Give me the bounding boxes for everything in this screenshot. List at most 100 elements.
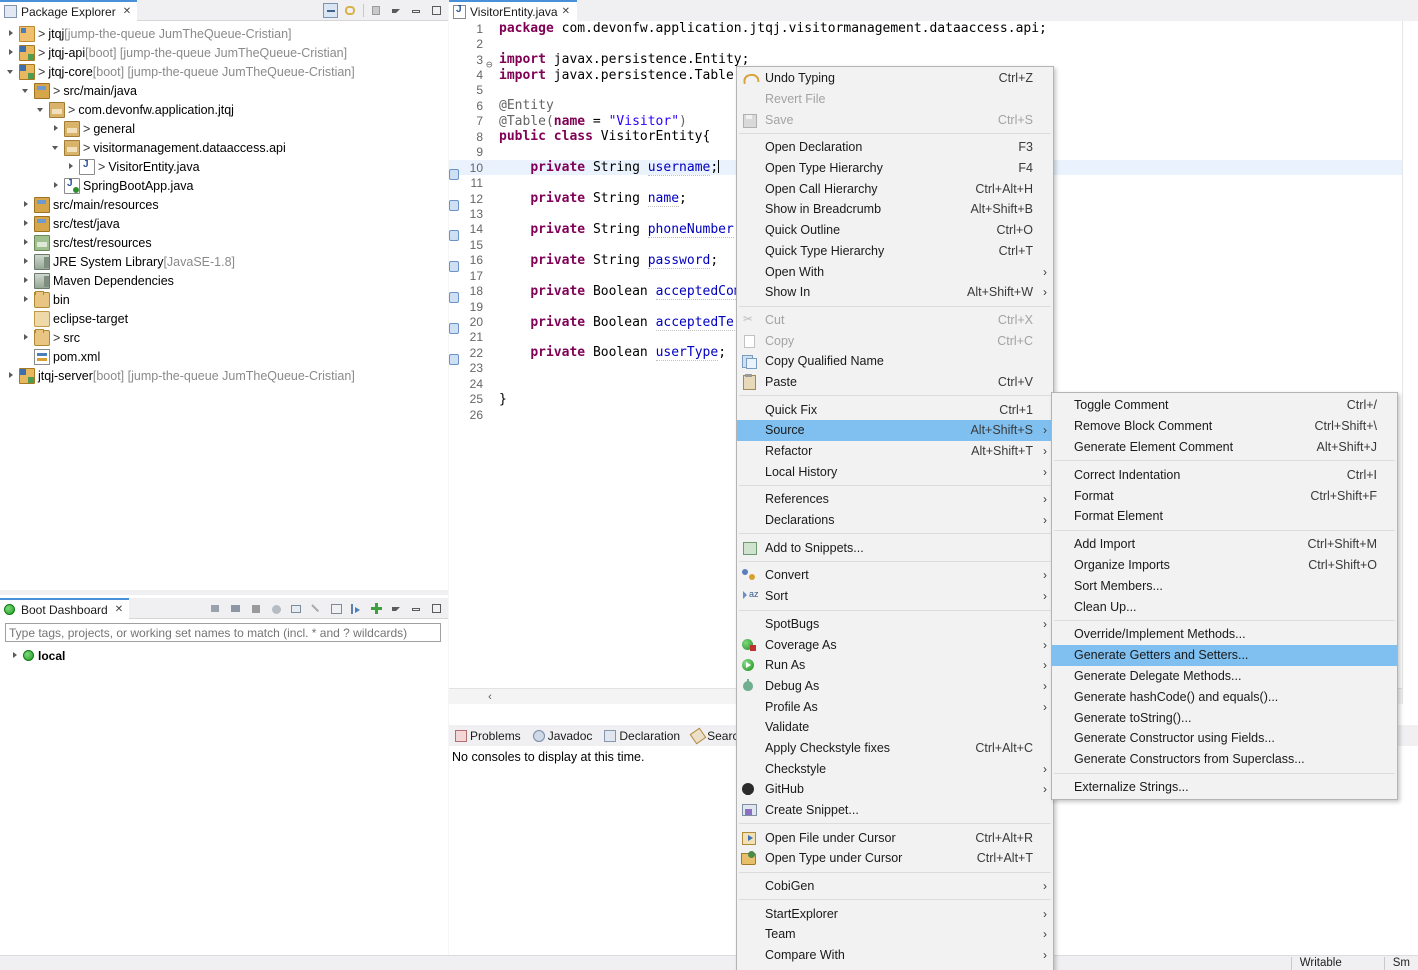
menu-item-team[interactable]: Team› — [737, 924, 1053, 945]
chevron-down-icon[interactable] — [51, 142, 62, 153]
restart-icon[interactable] — [229, 601, 244, 616]
view-menu-icon[interactable] — [389, 601, 404, 616]
tree-item-jtqj-server[interactable]: jtqj-server [boot] [jump-the-queue JumTh… — [0, 366, 448, 385]
menu-item-sort-members[interactable]: Sort Members... — [1052, 575, 1397, 596]
tab-javadoc[interactable]: Javadoc — [527, 726, 599, 746]
maximize-icon[interactable] — [429, 601, 444, 616]
menu-item-source[interactable]: SourceAlt+Shift+S› — [737, 420, 1053, 441]
menu-item-cobigen[interactable]: CobiGen› — [737, 876, 1053, 897]
menu-item-format-element[interactable]: Format Element — [1052, 506, 1397, 527]
menu-item-sort[interactable]: Sort› — [737, 586, 1053, 607]
tab-problems[interactable]: Problems — [449, 726, 527, 746]
editor-overview-ruler[interactable] — [1402, 21, 1418, 704]
boot-dashboard-item-local[interactable]: local — [0, 646, 448, 665]
chevron-right-icon[interactable] — [21, 294, 32, 305]
menu-item-copy-qualified-name[interactable]: Copy Qualified Name — [737, 351, 1053, 372]
chevron-right-icon[interactable] — [6, 47, 17, 58]
code-line-3[interactable]: 3⊖import javax.persistence.Entity; — [449, 52, 1418, 67]
tree-item-pom-xml[interactable]: pom.xml — [0, 347, 448, 366]
tree-item-src-main-resources[interactable]: src/main/resources — [0, 195, 448, 214]
chevron-right-icon[interactable] — [66, 161, 77, 172]
tab-declaration[interactable]: Declaration — [598, 726, 686, 746]
toggle-devtools-icon[interactable] — [349, 601, 364, 616]
code-line-1[interactable]: 1package com.devonfw.application.jtqj.vi… — [449, 21, 1418, 36]
menu-item-profile-as[interactable]: Profile As› — [737, 696, 1053, 717]
menu-item-compare-with[interactable]: Compare With› — [737, 945, 1053, 966]
chevron-right-icon[interactable] — [51, 123, 62, 134]
menu-item-generate-constructor-using-fields[interactable]: Generate Constructor using Fields... — [1052, 728, 1397, 749]
menu-item-correct-indentation[interactable]: Correct IndentationCtrl+I — [1052, 464, 1397, 485]
tree-item-src[interactable]: >src — [0, 328, 448, 347]
collapse-all-icon[interactable] — [323, 3, 338, 18]
menu-item-replace-with[interactable]: Replace With› — [737, 966, 1053, 970]
menu-item-remove-block-comment[interactable]: Remove Block CommentCtrl+Shift+\ — [1052, 416, 1397, 437]
tree-item-src-test-java[interactable]: src/test/java — [0, 214, 448, 233]
chevron-right-icon[interactable] — [21, 275, 32, 286]
tree-item-general[interactable]: >general — [0, 119, 448, 138]
menu-item-add-to-snippets[interactable]: Add to Snippets... — [737, 537, 1053, 558]
menu-item-refactor[interactable]: RefactorAlt+Shift+T› — [737, 441, 1053, 462]
chevron-right-icon[interactable] — [6, 370, 17, 381]
tree-item-visitormanagement-dataaccess-api[interactable]: >visitormanagement.dataaccess.api — [0, 138, 448, 157]
menu-item-local-history[interactable]: Local History› — [737, 461, 1053, 482]
menu-item-paste[interactable]: PasteCtrl+V — [737, 372, 1053, 393]
add-icon[interactable] — [369, 601, 384, 616]
tab-visitorentity-java[interactable]: VisitorEntity.java ✕ — [449, 0, 577, 21]
chevron-right-icon[interactable] — [21, 332, 32, 343]
menu-item-convert[interactable]: Convert› — [737, 565, 1053, 586]
menu-item-coverage-as[interactable]: Coverage As› — [737, 634, 1053, 655]
menu-item-create-snippet[interactable]: Create Snippet... — [737, 800, 1053, 821]
menu-item-clean-up[interactable]: Clean Up... — [1052, 596, 1397, 617]
menu-item-debug-as[interactable]: Debug As› — [737, 676, 1053, 697]
menu-item-generate-tostring[interactable]: Generate toString()... — [1052, 707, 1397, 728]
menu-item-generate-getters-and-setters[interactable]: Generate Getters and Setters... — [1052, 645, 1397, 666]
tree-item-jtqj-core[interactable]: >jtqj-core [boot] [jump-the-queue JumThe… — [0, 62, 448, 81]
tree-item-jre-system-library[interactable]: JRE System Library [JavaSE-1.8] — [0, 252, 448, 271]
menu-item-quick-outline[interactable]: Quick OutlineCtrl+O — [737, 220, 1053, 241]
chevron-right-icon[interactable] — [21, 218, 32, 229]
menu-item-github[interactable]: GitHub› — [737, 779, 1053, 800]
duplicate-icon[interactable] — [329, 601, 344, 616]
menu-item-open-with[interactable]: Open With› — [737, 261, 1053, 282]
chevron-down-icon[interactable] — [6, 66, 17, 77]
open-web-browser-icon[interactable] — [269, 601, 284, 616]
menu-item-spotbugs[interactable]: SpotBugs› — [737, 614, 1053, 635]
focus-on-active-task-icon[interactable] — [369, 3, 384, 18]
menu-item-generate-hashcode-and-equals[interactable]: Generate hashCode() and equals()... — [1052, 686, 1397, 707]
menu-item-open-type-hierarchy[interactable]: Open Type HierarchyF4 — [737, 158, 1053, 179]
menu-item-show-in-breadcrumb[interactable]: Show in BreadcrumbAlt+Shift+B — [737, 199, 1053, 220]
menu-item-validate[interactable]: Validate — [737, 717, 1053, 738]
stop-icon[interactable] — [249, 601, 264, 616]
menu-item-generate-element-comment[interactable]: Generate Element CommentAlt+Shift+J — [1052, 437, 1397, 458]
menu-item-run-as[interactable]: Run As› — [737, 655, 1053, 676]
tree-item-jtqj[interactable]: >jtqj [jump-the-queue JumTheQueue-Cristi… — [0, 24, 448, 43]
tree-item-src-main-java[interactable]: >src/main/java — [0, 81, 448, 100]
tree-item-eclipse-target[interactable]: eclipse-target — [0, 309, 448, 328]
menu-item-open-type-under-cursor[interactable]: Open Type under CursorCtrl+Alt+T — [737, 848, 1053, 869]
menu-item-checkstyle[interactable]: Checkstyle› — [737, 758, 1053, 779]
menu-item-open-file-under-cursor[interactable]: Open File under CursorCtrl+Alt+R — [737, 827, 1053, 848]
link-with-editor-icon[interactable] — [343, 3, 358, 18]
edit-config-icon[interactable] — [309, 601, 324, 616]
boot-dashboard-filter-input[interactable] — [5, 623, 441, 642]
view-menu-icon[interactable] — [389, 3, 404, 18]
start-icon[interactable] — [209, 601, 224, 616]
source-submenu[interactable]: Toggle CommentCtrl+/Remove Block Comment… — [1051, 392, 1398, 800]
open-console-icon[interactable] — [289, 601, 304, 616]
minimize-icon[interactable] — [409, 3, 424, 18]
menu-item-quick-fix[interactable]: Quick FixCtrl+1 — [737, 399, 1053, 420]
menu-item-references[interactable]: References› — [737, 489, 1053, 510]
tree-item-com-devonfw-application-jtqj[interactable]: >com.devonfw.application.jtqj — [0, 100, 448, 119]
menu-item-undo-typing[interactable]: Undo TypingCtrl+Z — [737, 68, 1053, 89]
maximize-icon[interactable] — [429, 3, 444, 18]
chevron-down-icon[interactable] — [21, 85, 32, 96]
package-explorer-tree[interactable]: >jtqj [jump-the-queue JumTheQueue-Cristi… — [0, 21, 448, 385]
menu-item-format[interactable]: FormatCtrl+Shift+F — [1052, 485, 1397, 506]
close-icon[interactable]: ✕ — [123, 6, 131, 17]
editor-context-menu[interactable]: Undo TypingCtrl+ZRevert FileSaveCtrl+SOp… — [736, 66, 1054, 970]
close-icon[interactable]: ✕ — [115, 604, 123, 615]
minimize-icon[interactable] — [409, 601, 424, 616]
menu-item-open-call-hierarchy[interactable]: Open Call HierarchyCtrl+Alt+H — [737, 178, 1053, 199]
tab-package-explorer[interactable]: Package Explorer ✕ — [0, 0, 137, 21]
menu-item-startexplorer[interactable]: StartExplorer› — [737, 903, 1053, 924]
